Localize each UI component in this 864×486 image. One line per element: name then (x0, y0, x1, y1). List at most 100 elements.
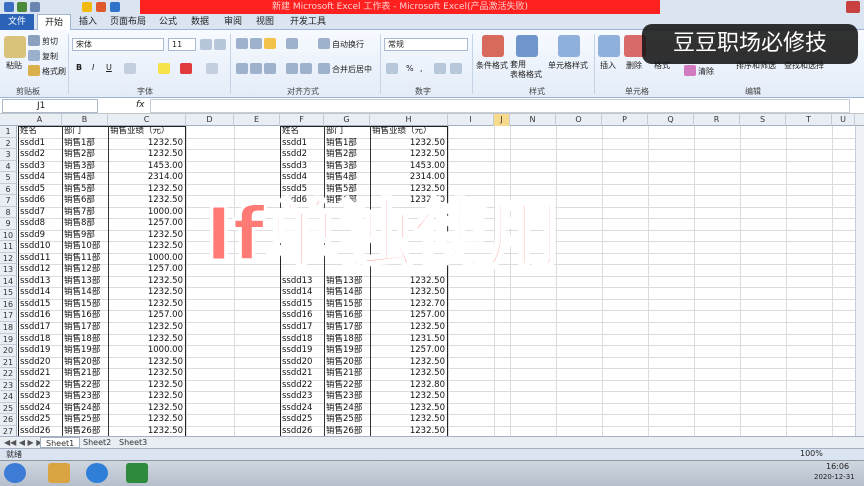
table-cell[interactable]: 销售23部 (326, 391, 369, 403)
delete-cells-button[interactable]: 删除 (626, 60, 642, 71)
tab-insert[interactable]: 插入 (75, 14, 101, 30)
table-header-cell[interactable]: 部门 (326, 126, 369, 138)
shrink-font-icon[interactable] (214, 39, 226, 50)
table-cell[interactable]: 销售22部 (326, 380, 369, 392)
column-header-d[interactable]: D (186, 114, 234, 126)
table-cell[interactable]: 1232.50 (110, 357, 185, 369)
fx-icon[interactable]: fx (136, 100, 145, 110)
scissors-icon[interactable] (28, 35, 40, 46)
row-header[interactable]: 7 (0, 195, 17, 207)
row-header[interactable]: 20 (0, 345, 17, 357)
table-cell[interactable]: 销售2部 (326, 149, 369, 161)
underline-button[interactable]: U (106, 63, 112, 72)
table-cell[interactable]: 1232.50 (372, 149, 447, 161)
insert-cells-icon[interactable] (598, 35, 620, 57)
table-cell[interactable]: 销售25部 (64, 414, 107, 426)
row-header[interactable]: 11 (0, 241, 17, 253)
table-cell[interactable]: 销售8部 (64, 218, 107, 230)
table-cell[interactable]: 销售13部 (64, 276, 107, 288)
table-header-cell[interactable]: 销售业绩（元） (372, 126, 447, 138)
row-header[interactable]: 23 (0, 379, 17, 392)
column-header-s[interactable]: S (740, 114, 786, 126)
sheet-tab-2[interactable]: Sheet2 (78, 437, 116, 448)
table-cell[interactable]: 1232.50 (372, 138, 447, 150)
table-cell[interactable]: 销售4部 (64, 172, 107, 184)
table-cell[interactable]: 销售21部 (64, 368, 107, 380)
table-cell[interactable]: 1232.50 (110, 391, 185, 403)
row-header[interactable]: 8 (0, 206, 17, 219)
table-cell[interactable]: 销售14部 (64, 287, 107, 299)
number-format-select[interactable]: 常规 (384, 38, 468, 51)
table-header-cell[interactable]: 部门 (64, 126, 107, 138)
wrap-text-button[interactable]: 自动换行 (332, 39, 364, 50)
table-cell[interactable]: ssdd19 (20, 345, 61, 357)
table-cell[interactable]: ssdd16 (20, 310, 61, 322)
bold-button[interactable]: B (76, 63, 82, 72)
row-header[interactable]: 5 (0, 172, 17, 184)
table-cell[interactable]: ssdd15 (282, 299, 323, 311)
table-cell[interactable]: 1231.50 (372, 334, 447, 346)
zoom-level[interactable]: 100% (800, 449, 823, 458)
table-cell[interactable]: ssdd6 (20, 195, 61, 207)
table-cell[interactable]: 1232.50 (110, 184, 185, 196)
paste-icon[interactable] (4, 36, 26, 58)
phonetic-icon[interactable] (206, 63, 218, 74)
row-header[interactable]: 19 (0, 333, 17, 346)
comma-button[interactable]: , (420, 64, 423, 73)
table-cell[interactable]: ssdd3 (20, 161, 61, 173)
table-cell[interactable]: 1257.00 (110, 310, 185, 322)
column-header-p[interactable]: P (602, 114, 648, 126)
table-cell[interactable]: 1232.50 (110, 322, 185, 334)
column-header-b[interactable]: B (62, 114, 108, 126)
table-cell[interactable]: 销售17部 (326, 322, 369, 334)
italic-button[interactable]: I (92, 63, 94, 72)
decrease-decimal-icon[interactable] (450, 63, 462, 74)
column-header-u[interactable]: U (832, 114, 855, 126)
table-cell[interactable]: ssdd19 (282, 345, 323, 357)
table-cell[interactable]: ssdd21 (282, 368, 323, 380)
table-header-cell[interactable]: 姓名 (20, 126, 61, 138)
table-cell[interactable]: 1232.50 (372, 368, 447, 380)
table-cell[interactable]: 1000.00 (110, 253, 185, 265)
table-cell[interactable]: 1232.50 (110, 368, 185, 380)
table-cell[interactable]: ssdd18 (20, 334, 61, 346)
table-cell[interactable]: ssdd22 (20, 380, 61, 392)
eraser-icon[interactable] (684, 65, 696, 76)
name-box[interactable]: J1 (2, 99, 98, 113)
table-cell[interactable]: 销售20部 (326, 357, 369, 369)
column-header-e[interactable]: E (234, 114, 280, 126)
table-cell[interactable]: 1232.50 (372, 403, 447, 415)
format-painter-icon[interactable] (28, 65, 40, 76)
vertical-scrollbar[interactable] (855, 126, 864, 436)
table-cell[interactable]: 销售11部 (64, 253, 107, 265)
sheet-tab-1[interactable]: Sheet1 (40, 437, 81, 448)
table-cell[interactable]: ssdd16 (282, 310, 323, 322)
table-cell[interactable]: ssdd25 (20, 414, 61, 426)
table-cell[interactable]: ssdd20 (20, 357, 61, 369)
cut-button[interactable]: 剪切 (42, 36, 58, 47)
table-header-cell[interactable]: 姓名 (282, 126, 323, 138)
row-header[interactable]: 14 (0, 275, 17, 288)
format-as-table-icon[interactable] (516, 35, 538, 57)
table-cell[interactable]: ssdd14 (20, 287, 61, 299)
table-cell[interactable]: ssdd25 (282, 414, 323, 426)
form-icon[interactable] (110, 2, 120, 12)
row-header[interactable]: 22 (0, 368, 17, 380)
row-header[interactable]: 26 (0, 414, 17, 426)
insert-cells-button[interactable]: 插入 (600, 60, 616, 71)
table-cell[interactable]: ssdd5 (20, 184, 61, 196)
table-cell[interactable]: ssdd24 (282, 403, 323, 415)
table-cell[interactable]: ssdd1 (282, 138, 323, 150)
table-cell[interactable]: 2314.00 (110, 172, 185, 184)
table-cell[interactable]: ssdd17 (282, 322, 323, 334)
tab-review[interactable]: 审阅 (220, 14, 246, 30)
table-cell[interactable]: ssdd1 (20, 138, 61, 150)
table-cell[interactable]: 销售7部 (64, 207, 107, 219)
table-cell[interactable]: 1232.80 (372, 380, 447, 392)
table-cell[interactable]: ssdd15 (20, 299, 61, 311)
table-cell[interactable]: ssdd4 (282, 172, 323, 184)
table-cell[interactable]: 1232.50 (372, 357, 447, 369)
undo-icon[interactable] (30, 2, 40, 12)
tab-data[interactable]: 数据 (187, 14, 213, 30)
tab-page-layout[interactable]: 页面布局 (106, 14, 150, 30)
